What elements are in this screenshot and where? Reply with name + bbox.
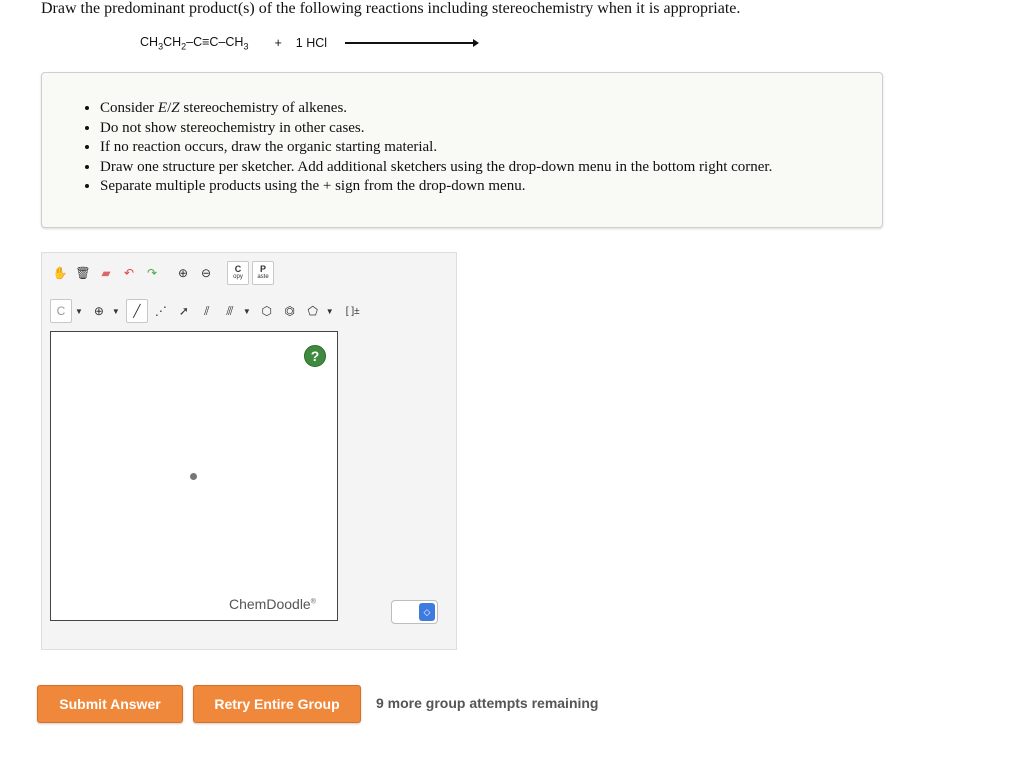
instruction-item: Draw one structure per sketcher. Add add…	[100, 158, 882, 178]
copy-button[interactable]: Copy	[227, 261, 249, 285]
element-picker[interactable]: C	[50, 299, 72, 323]
paste-button[interactable]: Paste	[252, 261, 274, 285]
chevron-down-icon[interactable]: ▼	[326, 307, 334, 316]
instructions-list: Consider E/Z stereochemistry of alkenes.…	[42, 99, 882, 197]
reactant: CH3CH2–C≡C–CH3	[140, 35, 249, 52]
attempts-remaining: 9 more group attempts remaining	[376, 695, 599, 711]
eraser-icon[interactable]: ▰	[96, 262, 116, 284]
chemdoodle-brand: ChemDoodle®	[229, 596, 316, 612]
submit-answer-button[interactable]: Submit Answer	[37, 685, 183, 723]
zoom-in-icon[interactable]: ⊕	[173, 262, 193, 284]
reaction-equation: CH3CH2–C≡C–CH3 + 1 HCl	[140, 35, 480, 52]
instruction-item: If no reaction occurs, draw the organic …	[100, 138, 882, 158]
instruction-item: Do not show stereochemistry in other cas…	[100, 119, 882, 139]
drawing-canvas[interactable]: ? ChemDoodle®	[50, 331, 338, 621]
instruction-item: Consider E/Z stereochemistry of alkenes.	[100, 99, 882, 119]
help-icon[interactable]: ?	[304, 345, 326, 367]
hand-icon[interactable]: ✋	[50, 262, 70, 284]
cyclohexane-icon[interactable]: ⬡	[257, 300, 277, 322]
double-bond-icon[interactable]: ⫽	[197, 300, 217, 322]
bracket-button[interactable]: [ ]±	[340, 300, 366, 322]
redo-icon[interactable]: ↷	[142, 262, 162, 284]
cyclopentane-icon[interactable]: ⬠	[303, 300, 323, 322]
single-bond-icon[interactable]: ╱	[125, 299, 148, 323]
plus-sign: +	[274, 36, 282, 51]
chevron-down-icon[interactable]: ▼	[112, 307, 120, 316]
charge-picker[interactable]: ⊕	[89, 300, 109, 322]
wedge-bond-icon[interactable]: ➚	[174, 300, 194, 322]
chevron-down-icon[interactable]: ▼	[243, 307, 251, 316]
zoom-out-icon[interactable]: ⊖	[196, 262, 216, 284]
sketcher-toolbar-bottom: C ▼ ⊕ ▼ ╱ ⋰ ➚ ⫽ ⫻ ▼ ⬡ ⏣ ⬠ ▼ [ ]±	[50, 299, 369, 323]
sketcher-toolbar-top: ✋ 🗑 ▰ ↶ ↷ ⊕ ⊖ Copy Paste	[50, 261, 277, 285]
instruction-item: Separate multiple products using the + s…	[100, 177, 882, 197]
triple-bond-icon[interactable]: ⫻	[220, 300, 240, 322]
benzene-icon[interactable]: ⏣	[280, 300, 300, 322]
chemdoodle-sketcher: ✋ 🗑 ▰ ↶ ↷ ⊕ ⊖ Copy Paste C ▼ ⊕ ▼ ╱ ⋰ ➚ ⫽…	[41, 252, 457, 650]
question-prompt: Draw the predominant product(s) of the f…	[41, 0, 741, 17]
chevron-down-icon[interactable]: ▼	[75, 307, 83, 316]
sketcher-count-dropdown[interactable]: ◇	[391, 600, 438, 624]
hashed-bond-icon[interactable]: ⋰	[151, 300, 171, 322]
cursor-dot	[190, 473, 197, 480]
instructions-box: Consider E/Z stereochemistry of alkenes.…	[41, 72, 883, 228]
clear-icon[interactable]: 🗑	[73, 262, 93, 284]
reaction-arrow-icon	[345, 39, 480, 48]
reagent: 1 HCl	[295, 36, 328, 51]
undo-icon[interactable]: ↶	[119, 262, 139, 284]
updown-arrow-icon[interactable]: ◇	[419, 603, 435, 621]
retry-group-button[interactable]: Retry Entire Group	[193, 685, 361, 723]
